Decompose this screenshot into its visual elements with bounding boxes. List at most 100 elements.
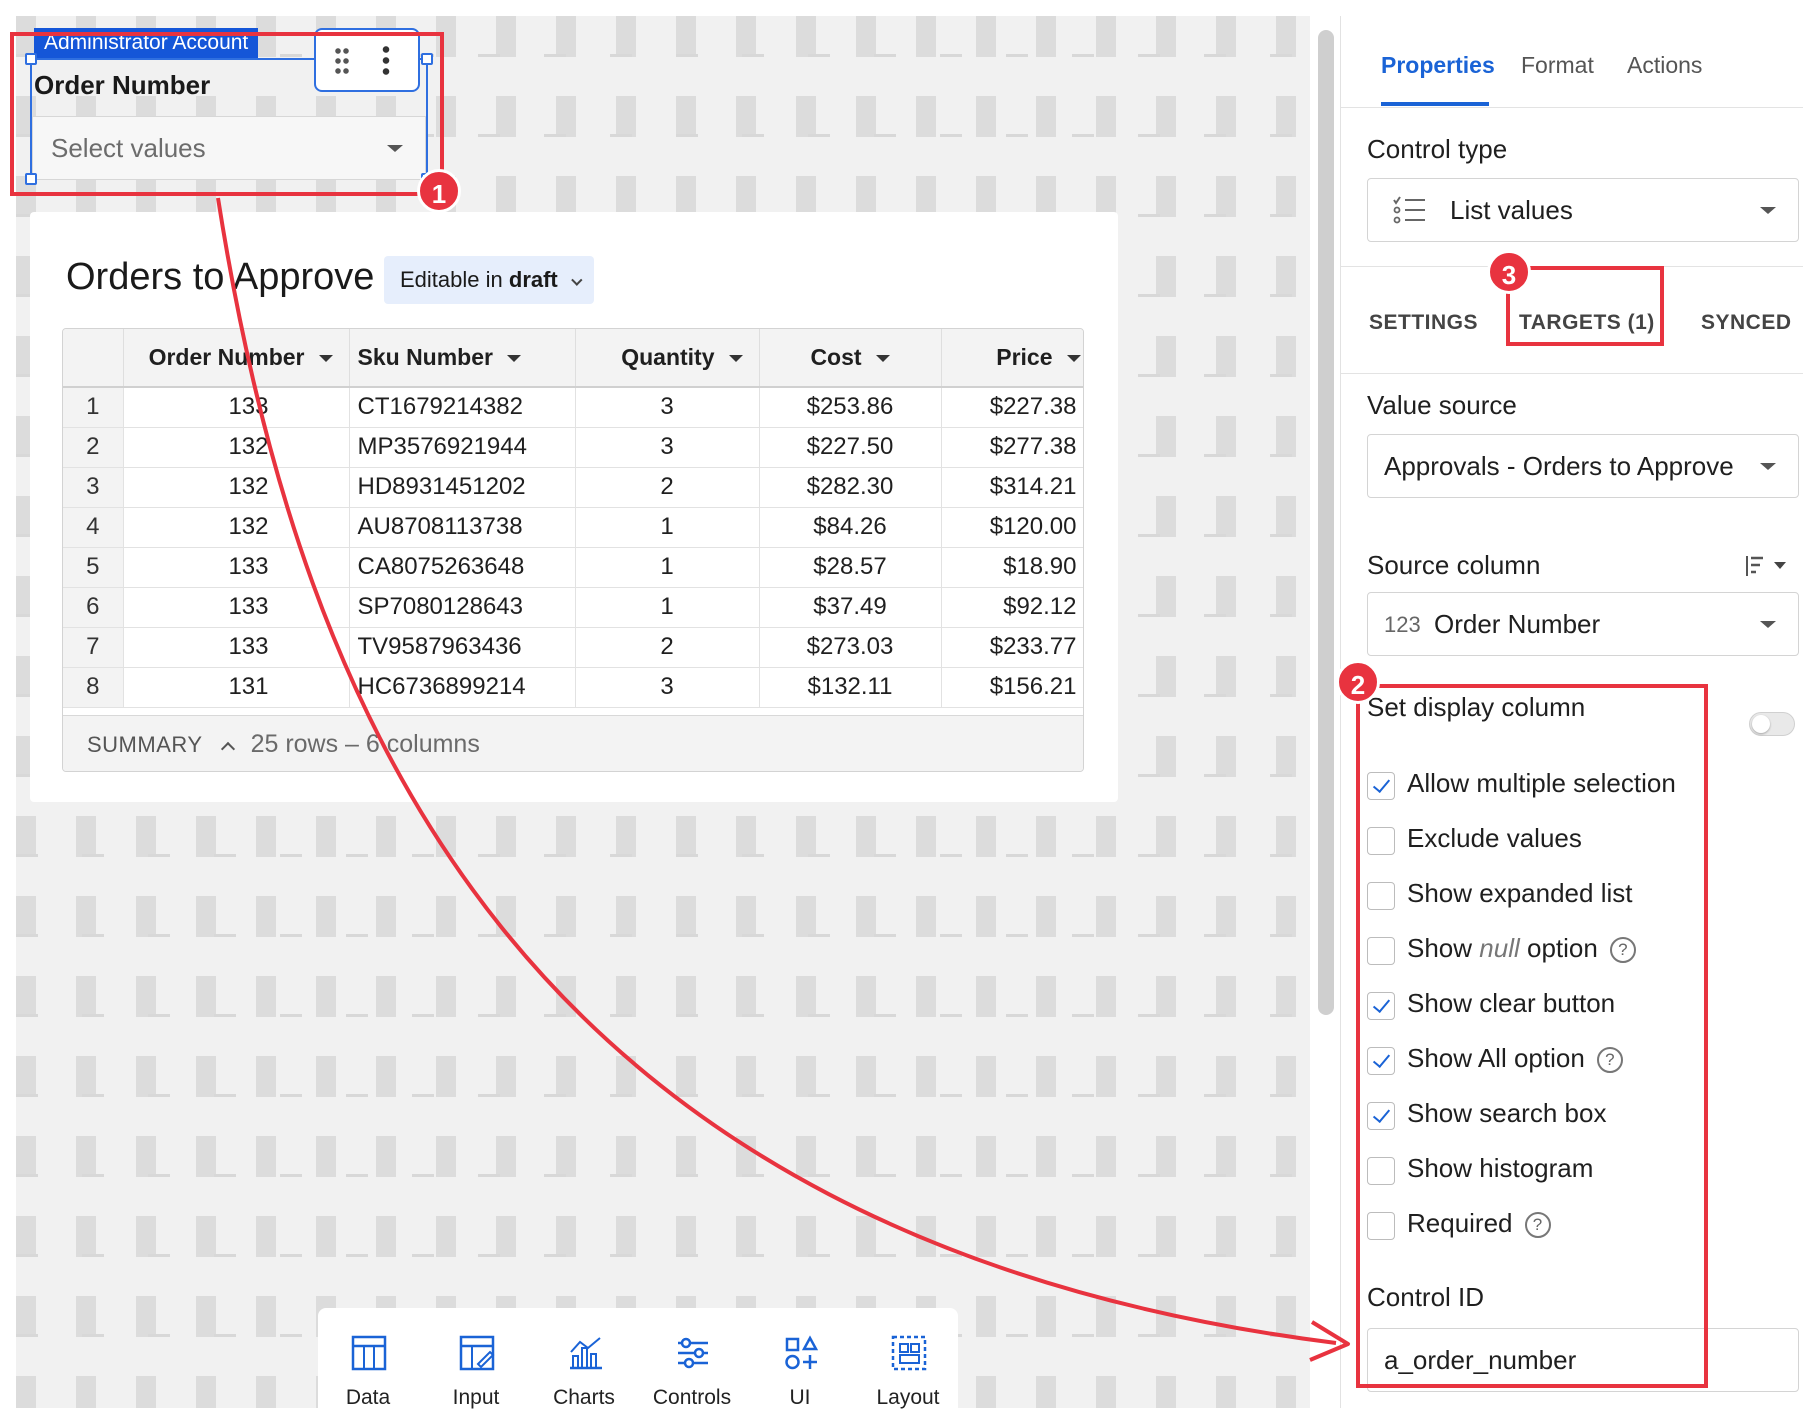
toolbar-item-label: Layout [876, 1386, 940, 1409]
table-cell[interactable]: $314.21 [941, 467, 1083, 508]
table-cell[interactable]: 2 [575, 627, 760, 668]
table-cell[interactable]: $28.57 [759, 547, 942, 588]
table-element[interactable]: Orders to Approve Editable in draft Orde… [30, 212, 1118, 802]
editable-in-draft-button[interactable]: Editable in draft [384, 256, 594, 304]
table-row[interactable]: 7 133 TV9587963436 2 $273.03 $233.77 [63, 627, 1083, 668]
table-cell[interactable]: TV9587963436 [349, 627, 576, 668]
column-header[interactable]: Quantity [575, 329, 760, 388]
chevron-down-icon[interactable] [506, 355, 521, 363]
tab-format[interactable]: Format [1521, 52, 1594, 79]
table-cell[interactable]: $156.21 [941, 667, 1083, 708]
toolbar-item-ui[interactable]: UI [750, 1308, 850, 1409]
table-row[interactable]: 6 133 SP7080128643 1 $37.49 $92.12 [63, 587, 1083, 628]
table-row[interactable]: 5 133 CA8075263648 1 $28.57 $18.90 [63, 547, 1083, 588]
table-cell[interactable]: 132 [123, 507, 350, 548]
table-cell[interactable]: $233.77 [941, 627, 1083, 668]
row-index-cell: 3 [63, 467, 124, 508]
source-column-select[interactable]: 123 Order Number [1367, 592, 1799, 656]
chevron-down-icon[interactable] [728, 355, 743, 363]
table-cell[interactable]: $37.49 [759, 587, 942, 628]
column-header[interactable]: Sku Number [349, 329, 576, 388]
layout-icon [891, 1335, 927, 1371]
tab-properties[interactable]: Properties [1381, 52, 1495, 79]
table-cell[interactable]: MP3576921944 [349, 427, 576, 468]
tab-synced[interactable]: SYNCED [1701, 311, 1792, 335]
toolbar-item-controls[interactable]: Controls [642, 1308, 742, 1409]
chart-icon [570, 1337, 602, 1370]
table-cell[interactable]: $18.90 [941, 547, 1083, 588]
table-summary-bar[interactable]: SUMMARY 25 rows – 6 columns [63, 715, 1083, 771]
table-row[interactable]: 4 132 AU8708113738 1 $84.26 $120.00 [63, 507, 1083, 548]
table-cell[interactable]: 2 [575, 467, 760, 508]
table-row[interactable]: 1 133 CT1679214382 3 $253.86 $227.38 [63, 387, 1083, 428]
table-cell[interactable]: 1 [575, 507, 760, 548]
chevron-down-icon[interactable] [875, 355, 890, 363]
table-cell[interactable]: 1 [575, 587, 760, 628]
chevron-down-icon[interactable] [318, 355, 333, 363]
source-column-value: Order Number [1434, 609, 1601, 639]
annotation-marker-3: 3 [1487, 250, 1531, 294]
table-cell[interactable]: 132 [123, 467, 350, 508]
table-cell[interactable]: $84.26 [759, 507, 942, 548]
table-cell[interactable]: 131 [123, 667, 350, 708]
table-cell[interactable]: $282.30 [759, 467, 942, 508]
control-type-select[interactable]: List values [1367, 178, 1799, 242]
tab-actions[interactable]: Actions [1627, 52, 1702, 79]
chevron-down-icon[interactable] [1066, 355, 1081, 363]
table-cell[interactable]: $120.00 [941, 507, 1083, 548]
sort-format-icon[interactable] [1743, 552, 1791, 580]
toolbar-item-layout[interactable]: Layout [858, 1308, 958, 1409]
table-cell[interactable]: 133 [123, 587, 350, 628]
table-cell[interactable]: 3 [575, 387, 760, 428]
set-display-column-toggle[interactable] [1749, 712, 1795, 736]
toolbar-item-label: UI [789, 1386, 811, 1409]
column-header[interactable]: Order Number [123, 329, 350, 388]
toolbar-item-label: Data [345, 1386, 391, 1409]
column-header[interactable]: Cost [759, 329, 942, 388]
chevron-down-icon [1760, 621, 1776, 628]
toolbar-item-input[interactable]: Input [426, 1308, 526, 1409]
table-cell[interactable]: 133 [123, 547, 350, 588]
table-cell[interactable]: HD8931451202 [349, 467, 576, 508]
table-cell[interactable]: $253.86 [759, 387, 942, 428]
table-row[interactable]: 2 132 MP3576921944 3 $227.50 $277.38 [63, 427, 1083, 468]
row-index-cell: 7 [63, 627, 124, 668]
table-cell[interactable]: 3 [575, 667, 760, 708]
table-cell[interactable]: AU8708113738 [349, 507, 576, 548]
row-index-cell: 1 [63, 387, 124, 428]
control-type-value: List values [1450, 195, 1573, 225]
table-cell[interactable]: 133 [123, 627, 350, 668]
tab-settings[interactable]: SETTINGS [1369, 311, 1478, 335]
table-cell[interactable]: HC6736899214 [349, 667, 576, 708]
chevron-up-icon[interactable] [220, 741, 235, 757]
table-icon [351, 1335, 387, 1371]
table-cell[interactable]: $227.50 [759, 427, 942, 468]
table-row[interactable]: 8 131 HC6736899214 3 $132.11 $156.21 [63, 667, 1083, 708]
toolbar-item-charts[interactable]: Charts [534, 1308, 634, 1409]
annotation-marker-1: 1 [417, 169, 461, 213]
table-cell[interactable]: $227.38 [941, 387, 1083, 428]
table-row[interactable]: 3 132 HD8931451202 2 $282.30 $314.21 [63, 467, 1083, 508]
edit-pill-bold: draft [508, 267, 558, 292]
column-header[interactable]: Price [941, 329, 1083, 388]
table-cell[interactable]: 3 [575, 427, 760, 468]
table-cell[interactable]: $277.38 [941, 427, 1083, 468]
table-cell[interactable]: 132 [123, 427, 350, 468]
table-cell[interactable]: $273.03 [759, 627, 942, 668]
canvas-scrollbar[interactable] [1318, 30, 1334, 1015]
table-cell[interactable]: $92.12 [941, 587, 1083, 628]
table-cell[interactable]: SP7080128643 [349, 587, 576, 628]
table-cell[interactable]: CA8075263648 [349, 547, 576, 588]
table-cell[interactable]: CT1679214382 [349, 387, 576, 428]
summary-label: SUMMARY [87, 732, 203, 757]
table-cell[interactable]: 1 [575, 547, 760, 588]
table-cell[interactable]: 133 [123, 387, 350, 428]
value-source-select[interactable]: Approvals - Orders to Approve [1367, 434, 1799, 498]
column-header-label: Cost [810, 344, 862, 370]
toolbar-item-data[interactable]: Data [318, 1308, 418, 1409]
column-header-label: Order Number [148, 344, 305, 370]
column-header-label: Price [996, 344, 1053, 370]
summary-row-count: 25 rows – 6 columns [250, 730, 480, 758]
table-cell[interactable]: $132.11 [759, 667, 942, 708]
input-table-icon [459, 1335, 495, 1371]
